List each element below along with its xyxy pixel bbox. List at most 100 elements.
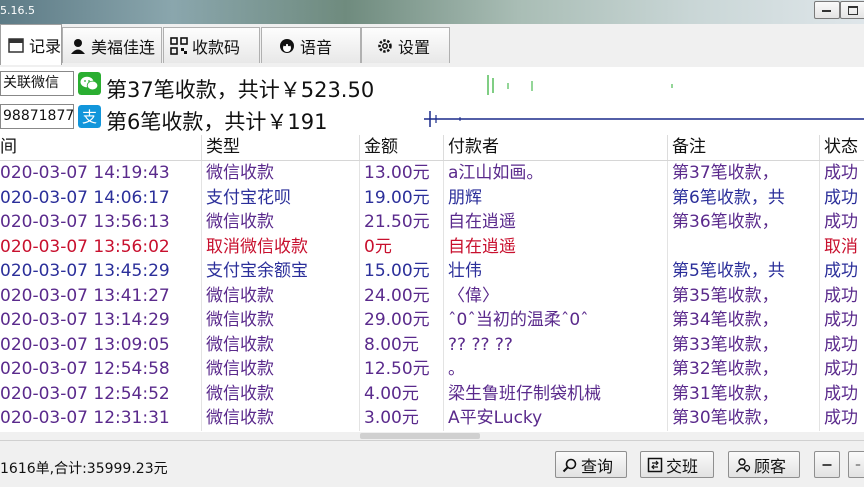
cell-time: 020-03-07 13:09:05 — [0, 332, 202, 357]
cell-note: 第34笔收款， — [668, 308, 820, 333]
transaction-table: 间 类型 金额 付款者 备注 状态 020-03-07 14:19:43 微信收款… — [0, 135, 864, 432]
alipay-summary: 第6笔收款，共计￥191 — [106, 110, 328, 134]
minus-icon — [855, 464, 861, 465]
table-row[interactable]: 020-03-07 12:54:58 微信收款 12.50元。第32笔收款， 成功 — [0, 357, 864, 382]
cell-type: 支付宝余额宝 — [202, 259, 360, 284]
table-header-row: 间 类型 金额 付款者 备注 状态 — [0, 135, 864, 161]
cell-amount: 12.50元 — [360, 357, 444, 382]
wechat-summary: 第37笔收款，共计￥523.50 — [106, 78, 375, 102]
table-row[interactable]: 020-03-07 13:14:29 微信收款 29.00元 ˆ0ˆ当初的温柔ˆ0ˆ 第… — [0, 308, 864, 333]
alipay-icon: 支 — [78, 105, 101, 128]
alipay-account-field[interactable]: 98871877 — [0, 104, 74, 129]
cell-payer: a江山如画。 — [444, 161, 668, 186]
table-row[interactable]: 020-03-07 14:06:17 支付宝花呗 19.00元 朋辉 第6笔收款，共 成功 — [0, 185, 864, 210]
table-row[interactable]: 020-03-07 13:09:05 微信收款 8.00元?? ?? ?? 第33笔收… — [0, 332, 864, 357]
maximize-button[interactable] — [840, 1, 864, 19]
table-row[interactable]: 020-03-07 14:19:43 微信收款 13.00元 a江山如画。 第37笔收款… — [0, 161, 864, 186]
cell-status: 成功 — [824, 334, 858, 355]
cell-status: 成功 — [824, 383, 858, 404]
cell-type: 微信收款 — [202, 332, 360, 357]
minimize-button[interactable] — [814, 1, 840, 19]
tab-label: 收款码 — [192, 37, 241, 57]
cell-type: 微信收款 — [202, 381, 360, 406]
cell-type: 微信收款 — [202, 210, 360, 235]
header-payer[interactable]: 付款者 — [444, 135, 668, 160]
cell-payer: ?? ?? ?? — [444, 332, 668, 357]
wechat-account-field[interactable]: 关联微信 — [0, 71, 74, 96]
cell-note: 第5笔收款，共 — [668, 259, 820, 284]
expand-button[interactable] — [848, 451, 864, 478]
cell-payer: 壮伟 — [444, 259, 668, 284]
cell-note: 第35笔收款， — [668, 283, 820, 308]
cell-time: 020-03-07 12:31:31 — [0, 406, 202, 431]
tab-settings[interactable]: 设置 — [361, 27, 450, 63]
cell-note: 第31笔收款， — [668, 381, 820, 406]
tab-qrcode[interactable]: 收款码 — [163, 27, 260, 63]
cell-amount: 24.00元 — [360, 283, 444, 308]
cell-status: 成功 — [824, 359, 858, 379]
cell-type: 微信收款 — [202, 283, 360, 308]
cell-payer: 朋辉 — [444, 185, 668, 210]
horizontal-scrollbar[interactable] — [0, 432, 864, 440]
cell-time: 020-03-07 13:45:29 — [0, 259, 202, 284]
cell-note — [668, 234, 820, 259]
table-row[interactable]: 020-03-07 13:56:02 取消微信收款 0元 自在逍遥 取消 — [0, 234, 864, 259]
cell-amount: 8.00元 — [360, 332, 444, 357]
tab-label: 美福佳连 — [91, 37, 156, 57]
table-row[interactable]: 020-03-07 12:31:31 微信收款 3.00元 A平安Lucky 第30笔收… — [0, 406, 864, 431]
cell-amount: 29.00元 — [360, 308, 444, 333]
svg-text:支: 支 — [82, 108, 97, 126]
cell-type: 微信收款 — [202, 406, 360, 431]
scrollbar-thumb[interactable] — [360, 433, 480, 439]
cell-payer: 〈偉〉 — [444, 283, 668, 308]
cell-amount: 15.00元 — [360, 259, 444, 284]
table-row[interactable]: 020-03-07 13:56:13 微信收款 21.50元 自在逍遥 第36笔收款，成… — [0, 210, 864, 235]
table-row[interactable]: 020-03-07 13:41:27 微信收款 24.00元 〈偉〉 第35笔收款， 成功 — [0, 283, 864, 308]
handover-button[interactable]: 交班 — [640, 451, 714, 478]
status-bar: 1616单,合计:35999.23元 查询 交班 顾客 — [0, 440, 864, 487]
version-text: 5.16.5 — [0, 4, 35, 17]
cell-amount: 3.00元 — [360, 406, 444, 431]
cell-time: 020-03-07 13:56:13 — [0, 210, 202, 235]
wechat-audio-waveform — [487, 75, 673, 95]
cell-time: 020-03-07 13:14:29 — [0, 308, 202, 333]
tab-label: 设置 — [398, 37, 431, 57]
query-button[interactable]: 查询 — [555, 451, 627, 478]
tab-records[interactable]: 记录 — [0, 24, 62, 65]
cell-time: 020-03-07 12:54:52 — [0, 381, 202, 406]
tab-bar: 记录 美福佳连 收款码 语音 设置 — [0, 24, 864, 67]
tab-merchant[interactable]: 美福佳连 — [62, 27, 162, 63]
customer-icon — [735, 457, 751, 472]
alipay-audio-waveform — [424, 111, 864, 127]
cell-note: 第33笔收款， — [668, 332, 820, 357]
cell-time: 020-03-07 14:06:17 — [0, 185, 202, 210]
table-row[interactable]: 020-03-07 13:45:29 支付宝余额宝 15.00元 壮伟 第5笔收款，共成… — [0, 259, 864, 284]
header-time[interactable]: 间 — [0, 135, 202, 160]
cell-status: 取消 — [824, 236, 858, 257]
cell-time: 020-03-07 13:41:27 — [0, 283, 202, 308]
table-row[interactable]: 020-03-07 12:54:52 微信收款 4.00元 梁生鲁班仔制袋机械 第31笔… — [0, 381, 864, 406]
tab-voice[interactable]: 语音 — [261, 27, 361, 63]
customer-button[interactable]: 顾客 — [728, 451, 800, 478]
speaker-icon — [280, 38, 294, 53]
collapse-button[interactable] — [814, 451, 840, 478]
header-amount[interactable]: 金额 — [360, 135, 444, 160]
cell-note: 第30笔收款， — [668, 406, 820, 431]
qrcode-icon — [170, 36, 188, 55]
cell-status: 成功 — [824, 187, 858, 208]
query-button-label: 查询 — [581, 456, 614, 476]
cell-status: 成功 — [824, 212, 858, 232]
header-type[interactable]: 类型 — [202, 135, 360, 160]
header-status[interactable]: 状态 — [820, 135, 864, 160]
cell-note: 第32笔收款， — [668, 357, 820, 382]
customer-button-label: 顾客 — [754, 456, 787, 476]
cell-note: 第37笔收款， — [668, 161, 820, 186]
handover-button-label: 交班 — [666, 456, 699, 476]
cell-payer: 自在逍遥 — [444, 234, 668, 259]
user-icon — [71, 38, 85, 54]
header-note[interactable]: 备注 — [668, 135, 820, 160]
cell-payer: ˆ0ˆ当初的温柔ˆ0ˆ — [444, 308, 668, 333]
cell-status: 成功 — [824, 285, 858, 306]
cell-note: 第6笔收款，共 — [668, 185, 820, 210]
account-info-panel: 关联微信 第37笔收款，共计￥523.50 98871877 支 第6笔收款，共… — [0, 67, 864, 135]
